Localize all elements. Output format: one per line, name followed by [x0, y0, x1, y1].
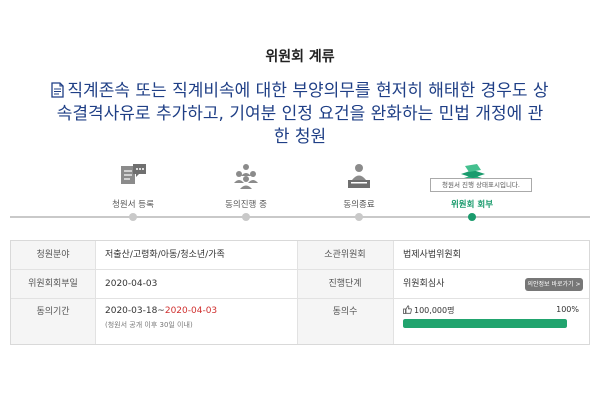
- column-divider: [297, 270, 298, 298]
- step-agree-ended: 동의종료: [304, 160, 414, 225]
- agree-count: 100,000명: [403, 305, 454, 316]
- person-desk-icon: [348, 164, 370, 188]
- committee-value: 법제사법위원회: [403, 250, 461, 260]
- column-divider: [297, 241, 298, 269]
- petition-info-table: 청원분야 저출산/고령화/아동/청소년/가족 소관위원회 법제사법위원회 위원회…: [10, 240, 590, 345]
- agree-count-label: 동의수: [297, 299, 393, 344]
- column-divider: [393, 270, 394, 298]
- step-label: 동의종료: [343, 200, 375, 210]
- referral-date-value: 2020-04-03: [105, 279, 158, 289]
- progress-steps: 청원서 등록 동의진행 중 동의종료 위원회 회부 청원서 진행 상태표시입니다…: [10, 160, 590, 225]
- step-agreeing: 동의진행 중: [191, 160, 301, 225]
- agree-progress-fill: [403, 319, 567, 328]
- period-cell: 2020-03-18~2020-04-03 (청원서 공개 이후 30일 이내): [95, 299, 297, 344]
- column-divider: [393, 241, 394, 269]
- field-label: 청원분야: [11, 241, 95, 269]
- agree-count-value: 100,000명: [414, 306, 455, 315]
- step-label: 청원서 등록: [112, 200, 154, 210]
- agree-period: 2020-03-18~2020-04-03: [105, 306, 217, 316]
- period-end: 2020-04-03: [164, 306, 218, 316]
- step-label: 동의진행 중: [225, 200, 267, 210]
- petition-title: 직계존속 또는 직계비속에 대한 부양의무를 현저히 해태한 경우도 상속결격사…: [50, 80, 550, 149]
- field-value: 저출산/고령화/아동/청소년/가족: [105, 250, 225, 260]
- thumbs-up-icon: [403, 305, 412, 314]
- status-tooltip: 청원서 진행 상태표시입니다.: [430, 178, 532, 192]
- stage-value: 위원회심사: [403, 279, 445, 289]
- step-label: 위원회 회부: [450, 200, 494, 210]
- agree-progress-bar: [403, 319, 567, 328]
- step-dot: [129, 213, 137, 221]
- column-divider: [95, 299, 96, 344]
- period-note: (청원서 공개 이후 30일 이내): [105, 321, 193, 329]
- petition-status-title: 위원회 계류: [265, 49, 335, 65]
- step-dot: [242, 213, 250, 221]
- bill-info-link-button[interactable]: 의안정보 바로가기 >: [525, 278, 583, 291]
- table-row: 청원분야 저출산/고령화/아동/청소년/가족 소관위원회 법제사법위원회: [11, 241, 589, 270]
- table-row: 위원회회부일 2020-04-03 진행단계 위원회심사 의안정보 바로가기 >: [11, 270, 589, 299]
- agree-percent: 100%: [556, 305, 579, 314]
- people-group-icon: [234, 164, 258, 189]
- referral-date-label: 위원회회부일: [11, 270, 95, 298]
- column-divider: [297, 299, 298, 344]
- period-start: 2020-03-18~: [105, 306, 165, 316]
- document-speech-icon: [121, 164, 146, 184]
- agree-count-cell: 100,000명 100%: [393, 299, 589, 344]
- period-label: 동의기간: [11, 299, 95, 344]
- column-divider: [393, 299, 394, 344]
- column-divider: [95, 270, 96, 298]
- step-dot: [468, 213, 476, 221]
- stage-cell: 위원회심사 의안정보 바로가기 >: [393, 270, 589, 298]
- column-divider: [95, 241, 96, 269]
- step-committee-referral: 위원회 회부: [417, 160, 527, 225]
- step-registered: 청원서 등록: [78, 160, 188, 225]
- stage-label: 진행단계: [297, 270, 393, 298]
- petition-title-text: 직계존속 또는 직계비속에 대한 부양의무를 현저히 해태한 경우도 상속결격사…: [56, 81, 549, 147]
- table-row: 동의기간 2020-03-18~2020-04-03 (청원서 공개 이후 30…: [11, 299, 589, 344]
- document-icon: [51, 82, 65, 98]
- committee-label: 소관위원회: [297, 241, 393, 269]
- step-dot: [355, 213, 363, 221]
